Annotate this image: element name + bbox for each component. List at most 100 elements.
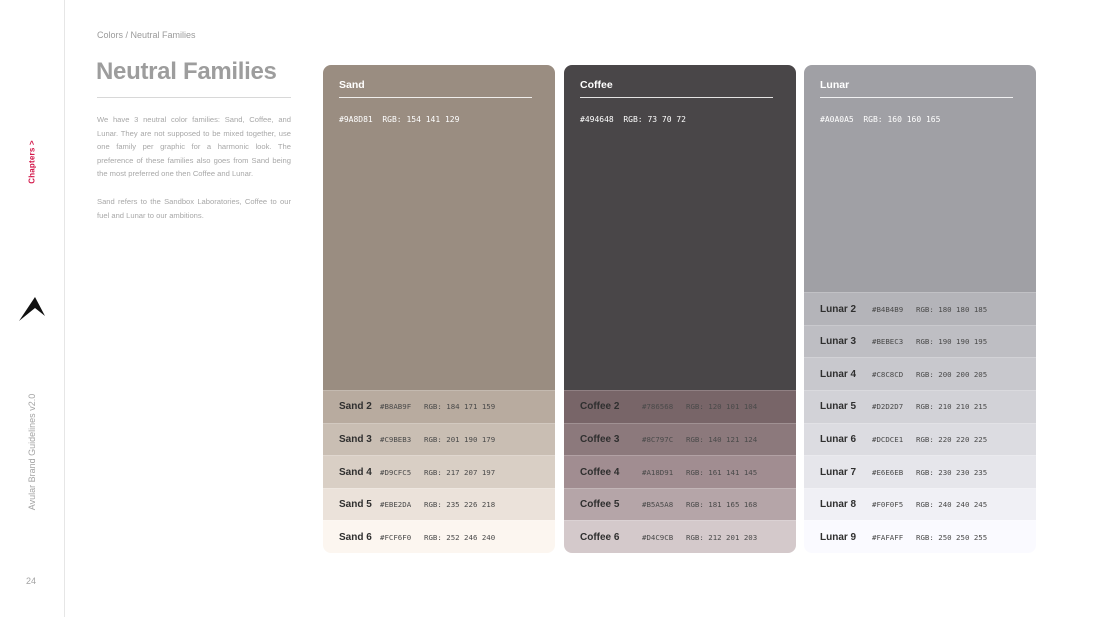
shade-name: Sand 2: [339, 401, 372, 413]
shade-rgb: RGB: 212 201 203: [686, 532, 758, 542]
shade-swatch: Coffee 3 #8C797C RGB: 140 121 124: [564, 422, 796, 456]
shade-rgb: RGB: 200 200 205: [916, 369, 988, 379]
shade-rgb: RGB: 140 121 124: [686, 434, 758, 444]
shade-name: Coffee 2: [580, 401, 620, 413]
shade-swatch: Sand 5 #EBE2DA RGB: 235 226 218: [323, 487, 555, 521]
shade-hex: #B4B4B9: [872, 304, 904, 314]
coffee-primary-swatch: Coffee #494648 RGB: 73 70 72: [564, 65, 796, 391]
shade-hex: #BEBEC3: [872, 337, 904, 347]
family-divider: [580, 97, 773, 98]
shade-rgb: RGB: 181 165 168: [686, 500, 758, 510]
sand-family-card: Sand #9A8D81 RGB: 154 141 129 Sand 2 #B8A…: [323, 65, 555, 553]
family-divider: [339, 97, 532, 98]
shade-rgb: RGB: 240 240 245: [916, 500, 988, 510]
sidebar: Chapters > Avular Brand Guidelines v2.0 …: [0, 0, 65, 617]
shade-name: Lunar 7: [820, 466, 857, 478]
shade-rgb: RGB: 120 101 104: [686, 402, 758, 412]
shade-rgb: RGB: 230 230 235: [916, 467, 988, 477]
primary-hex: #494648: [580, 115, 614, 124]
lunar-shades-list: Lunar 2 #B4B4B9 RGB: 180 180 185 Lunar 3 #BE…: [804, 292, 1036, 553]
shade-rgb: RGB: 217 207 197: [424, 467, 496, 477]
shade-swatch: Coffee 4 #A18D91 RGB: 161 141 145: [564, 455, 796, 488]
shade-swatch: Lunar 9 #FAFAFF RGB: 250 250 255: [804, 520, 1036, 553]
shade-name: Lunar 2: [820, 303, 857, 315]
shade-hex: #C8C8CD: [872, 369, 904, 379]
shade-swatch: Lunar 6 #DCDCE1 RGB: 220 220 225: [804, 422, 1036, 456]
shade-rgb: RGB: 252 246 240: [424, 532, 496, 542]
shade-name: Sand 4: [339, 466, 372, 478]
sand-primary-swatch: Sand #9A8D81 RGB: 154 141 129: [323, 65, 555, 391]
shade-rgb: RGB: 190 190 195: [916, 337, 988, 347]
naming-paragraph: Sand refers to the Sandbox Laboratories,…: [97, 197, 291, 220]
shade-rgb: RGB: 201 190 179: [424, 434, 496, 444]
family-divider: [820, 97, 1013, 98]
intro-paragraph: We have 3 neutral color families: Sand, …: [97, 115, 291, 179]
coffee-shades-list: Coffee 2 #786568 RGB: 120 101 104 Coffee 3 #…: [564, 390, 796, 553]
shade-name: Sand 5: [339, 499, 372, 511]
shade-hex: #A18D91: [642, 467, 674, 477]
shade-name: Coffee 6: [580, 531, 620, 543]
family-name: Coffee: [580, 79, 613, 91]
chapters-link[interactable]: Chapters >: [28, 140, 37, 184]
sand-shades-list: Sand 2 #B8AB9F RGB: 184 171 159 Sand 3 #C9BE…: [323, 390, 555, 553]
shade-hex: #EBE2DA: [380, 500, 412, 510]
shade-hex: #D9CFC5: [380, 467, 412, 477]
shade-hex: #E6E6EB: [872, 467, 904, 477]
shade-hex: #D2D2D7: [872, 402, 904, 412]
shade-swatch: Sand 3 #C9BEB3 RGB: 201 190 179: [323, 422, 555, 456]
shade-swatch: Coffee 5 #B5A5A8 RGB: 181 165 168: [564, 487, 796, 521]
shade-name: Lunar 5: [820, 401, 857, 413]
primary-rgb: RGB: 73 70 72: [623, 115, 686, 124]
shade-name: Coffee 3: [580, 433, 620, 445]
shade-hex: #B5A5A8: [642, 500, 674, 510]
page-title: Neutral Families: [96, 58, 277, 85]
shade-rgb: RGB: 210 210 215: [916, 402, 988, 412]
breadcrumb: Colors / Neutral Families: [97, 30, 196, 40]
shade-name: Lunar 4: [820, 368, 857, 380]
shade-name: Sand 6: [339, 531, 372, 543]
shade-hex: #D4C9CB: [642, 532, 674, 542]
shade-swatch: Sand 6 #FCF6F0 RGB: 252 246 240: [323, 520, 555, 553]
shade-swatch: Coffee 2 #786568 RGB: 120 101 104: [564, 390, 796, 423]
primary-rgb: RGB: 154 141 129: [382, 115, 460, 124]
shade-swatch: Lunar 3 #BEBEC3 RGB: 190 190 195: [804, 324, 1036, 358]
coffee-family-card: Coffee #494648 RGB: 73 70 72 Coffee 2 #78…: [564, 65, 796, 553]
shade-name: Lunar 8: [820, 499, 857, 511]
primary-rgb: RGB: 160 160 165: [863, 115, 941, 124]
primary-hex: #9A8D81: [339, 115, 373, 124]
shade-name: Lunar 6: [820, 433, 857, 445]
shade-name: Coffee 5: [580, 499, 620, 511]
shade-hex: #FCF6F0: [380, 532, 412, 542]
shade-swatch: Lunar 7 #E6E6EB RGB: 230 230 235: [804, 455, 1036, 488]
shade-hex: #FAFAFF: [872, 532, 904, 542]
shade-name: Coffee 4: [580, 466, 620, 478]
shade-swatch: Lunar 2 #B4B4B9 RGB: 180 180 185: [804, 292, 1036, 325]
primary-color-codes: #A0A0A5 RGB: 160 160 165: [820, 115, 940, 124]
shade-hex: #DCDCE1: [872, 434, 904, 444]
lunar-primary-swatch: Lunar #A0A0A5 RGB: 160 160 165: [804, 65, 1036, 293]
shade-swatch: Lunar 5 #D2D2D7 RGB: 210 210 215: [804, 390, 1036, 423]
primary-hex: #A0A0A5: [820, 115, 854, 124]
shade-swatch: Lunar 4 #C8C8CD RGB: 200 200 205: [804, 357, 1036, 391]
primary-color-codes: #9A8D81 RGB: 154 141 129: [339, 115, 459, 124]
primary-color-codes: #494648 RGB: 73 70 72: [580, 115, 686, 124]
shade-hex: #F0F0F5: [872, 500, 904, 510]
document-title-vertical: Avular Brand Guidelines v2.0: [27, 393, 37, 511]
shade-swatch: Coffee 6 #D4C9CB RGB: 212 201 203: [564, 520, 796, 553]
shade-rgb: RGB: 250 250 255: [916, 532, 988, 542]
title-divider: [97, 97, 291, 98]
avular-logo-icon: [19, 297, 45, 321]
shade-name: Lunar 3: [820, 336, 857, 348]
shade-rgb: RGB: 184 171 159: [424, 402, 496, 412]
shade-swatch: Sand 2 #B8AB9F RGB: 184 171 159: [323, 390, 555, 423]
family-name: Sand: [339, 79, 365, 91]
page-number: 24: [26, 576, 37, 586]
shade-rgb: RGB: 180 180 185: [916, 304, 988, 314]
shade-swatch: Sand 4 #D9CFC5 RGB: 217 207 197: [323, 455, 555, 488]
lunar-family-card: Lunar #A0A0A5 RGB: 160 160 165 Lunar 2 #B…: [804, 65, 1036, 553]
shade-rgb: RGB: 220 220 225: [916, 434, 988, 444]
shade-name: Lunar 9: [820, 531, 857, 543]
shade-rgb: RGB: 235 226 218: [424, 500, 496, 510]
shade-hex: #B8AB9F: [380, 402, 412, 412]
family-name: Lunar: [820, 79, 850, 91]
